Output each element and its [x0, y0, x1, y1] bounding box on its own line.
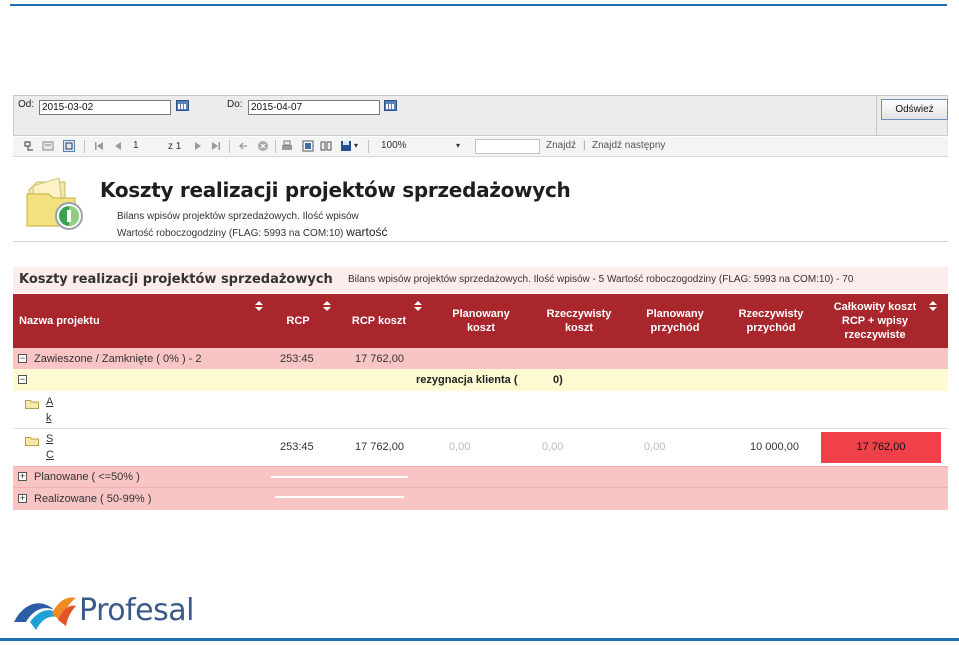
group-row-closed: − Zawieszone / Zamknięte ( 0% ) - 2 253:… — [13, 348, 948, 369]
rate-text: Wartość roboczogodziny (FLAG: 5993 na CO… — [117, 228, 344, 239]
subgroup-row: − rezygnacja klienta ( 0) — [13, 369, 948, 391]
from-date-input[interactable]: 2015-03-02 — [39, 100, 171, 115]
first-page-icon[interactable] — [93, 140, 105, 152]
find-input[interactable] — [475, 139, 540, 154]
profesal-logo-icon — [14, 597, 76, 630]
column-header-planned-cost[interactable]: Planowany koszt — [443, 294, 519, 348]
param-divider — [876, 96, 877, 135]
column-header-planned-income[interactable]: Planowany przychód — [637, 294, 713, 348]
column-header-rcp-cost[interactable]: RCP koszt — [348, 294, 410, 348]
item-actual-income: 10 000,00 — [750, 441, 799, 453]
chevron-down-icon[interactable]: ▾ — [354, 139, 358, 152]
group-rcp-cost: 17 762,00 — [355, 353, 404, 365]
column-header-name[interactable]: Nazwa projektu — [19, 294, 249, 348]
sort-icon[interactable] — [414, 301, 422, 311]
calendar-icon[interactable] — [176, 100, 189, 111]
project-link-line2[interactable]: C — [46, 448, 54, 462]
parent-report-icon[interactable] — [23, 140, 35, 152]
subgroup-count: 0) — [553, 374, 563, 386]
table-header: Nazwa projektu RCP RCP koszt Planowany k… — [13, 294, 948, 348]
expand-icon[interactable]: + — [18, 494, 27, 503]
back-icon[interactable] — [237, 140, 249, 152]
next-page-icon[interactable] — [192, 140, 204, 152]
top-accent-line — [10, 4, 947, 6]
bottom-accent-line — [0, 638, 959, 641]
last-page-icon[interactable] — [210, 140, 222, 152]
progress-bar — [271, 476, 408, 478]
stop-icon[interactable] — [257, 140, 269, 152]
project-link-line2[interactable]: k — [46, 411, 52, 425]
toolbar-divider — [229, 140, 230, 153]
toolbar-divider — [275, 140, 276, 153]
header-divider — [13, 241, 948, 242]
sort-icon[interactable] — [929, 301, 937, 311]
find-next-link[interactable]: Znajdź następny — [592, 140, 665, 151]
refresh-button[interactable]: Odśwież — [881, 99, 948, 120]
group-row-realized: + Realizowane ( 50-99% ) — [13, 487, 948, 510]
toolbar-divider-text: | — [583, 140, 586, 151]
progress-bar — [275, 496, 404, 498]
previous-page-icon[interactable] — [112, 140, 124, 152]
parameter-bar: Od: 2015-03-02 Do: 2015-04-07 Odśwież — [13, 95, 948, 136]
table-row: S C 253:45 17 762,00 0,00 0,00 0,00 10 0… — [13, 429, 948, 466]
group-label: Realizowane ( 50-99% ) — [34, 493, 152, 505]
item-rcp-cost: 17 762,00 — [355, 441, 404, 453]
page-count: z 1 — [168, 141, 182, 152]
folder-icon — [25, 400, 39, 409]
to-date-input[interactable]: 2015-04-07 — [248, 100, 380, 115]
document-map-icon[interactable] — [42, 140, 54, 152]
group-label: Planowane ( <=50% ) — [34, 471, 140, 483]
report-toolbar: 1 z 1 ▾ 100% ▾ Znajdź | Znajdź następny — [13, 137, 948, 157]
item-rcp: 253:45 — [280, 441, 314, 453]
project-link[interactable]: A — [46, 395, 53, 409]
to-date-label: Do: — [227, 99, 243, 110]
toolbar-divider — [368, 140, 369, 153]
band-info: Bilans wpisów projektów sprzedażowych. I… — [348, 274, 854, 285]
project-link[interactable]: S — [46, 432, 53, 446]
rate-value-label: wartość — [346, 225, 388, 239]
report-rate-info: Wartość roboczogodziny (FLAG: 5993 na CO… — [117, 225, 388, 239]
report-subtitle: Bilans wpisów projektów sprzedażowych. I… — [117, 211, 359, 222]
print-layout-icon[interactable] — [302, 140, 314, 152]
item-actual-cost: 0,00 — [542, 441, 564, 453]
folder-icon — [25, 437, 39, 446]
column-header-total-cost[interactable]: Całkowity koszt RCP + wpisy rzeczywiste — [825, 294, 925, 348]
export-icon[interactable] — [340, 140, 352, 152]
report-title: Koszty realizacji projektów sprzedażowyc… — [100, 178, 571, 202]
item-planned-income: 0,00 — [644, 441, 666, 453]
report-folder-icon — [26, 177, 83, 230]
group-label: Zawieszone / Zamknięte ( 0% ) - 2 — [34, 353, 202, 365]
group-row-planned: + Planowane ( <=50% ) — [13, 466, 948, 487]
print-icon[interactable] — [281, 140, 293, 152]
from-date-label: Od: — [18, 99, 35, 110]
item-total-cost: 17 762,00 — [821, 432, 941, 463]
chevron-down-icon[interactable]: ▾ — [456, 139, 460, 152]
table-row: A k — [13, 391, 948, 429]
page-number-input[interactable]: 1 — [131, 139, 171, 154]
subgroup-label: rezygnacja klienta ( — [416, 374, 518, 386]
column-header-actual-income[interactable]: Rzeczywisty przychód — [731, 294, 811, 348]
item-planned-cost: 0,00 — [449, 441, 471, 453]
profesal-logo-text: Profesal — [79, 593, 194, 628]
sort-icon[interactable] — [255, 301, 263, 311]
report-band: Koszty realizacji projektów sprzedażowyc… — [13, 267, 948, 293]
zoom-select[interactable]: 100% — [379, 139, 466, 154]
find-link[interactable]: Znajdź — [546, 140, 576, 151]
expand-icon[interactable]: + — [18, 472, 27, 481]
column-header-actual-cost[interactable]: Rzeczywisty koszt — [537, 294, 621, 348]
column-header-rcp[interactable]: RCP — [265, 294, 331, 348]
calendar-icon[interactable] — [384, 100, 397, 111]
band-title: Koszty realizacji projektów sprzedażowyc… — [19, 272, 333, 287]
page-setup-icon[interactable] — [320, 140, 332, 152]
sort-icon[interactable] — [323, 301, 331, 311]
toolbar-divider — [84, 140, 85, 153]
collapse-icon[interactable]: − — [18, 354, 27, 363]
collapse-icon[interactable]: − — [18, 375, 27, 384]
group-rcp: 253:45 — [280, 353, 314, 365]
params-toggle-icon[interactable] — [63, 140, 75, 152]
